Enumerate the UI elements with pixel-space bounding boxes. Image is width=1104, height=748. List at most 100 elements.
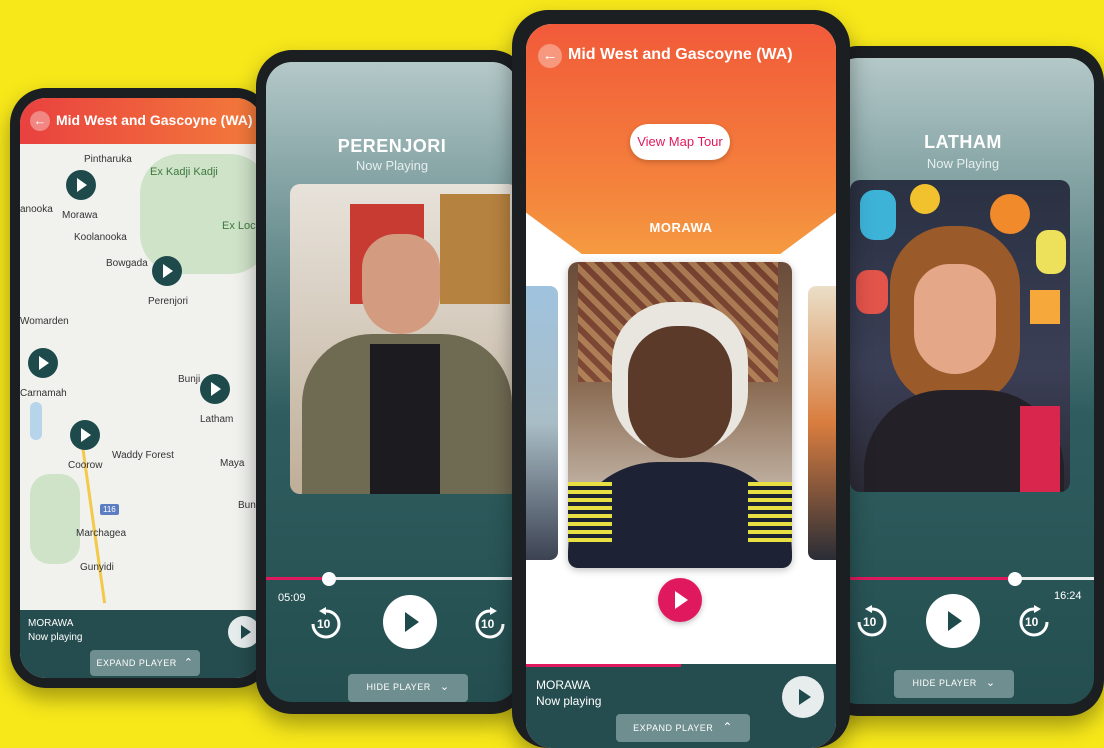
expand-player-label: EXPAND PLAYER — [633, 723, 714, 733]
mini-player-name: MORAWA — [28, 618, 74, 629]
map-label: Maya — [220, 458, 245, 469]
map-label: Coorow — [68, 460, 103, 471]
chevron-up-icon: ⌃ — [722, 720, 733, 734]
portrait-photo — [568, 262, 792, 568]
expand-player-button[interactable]: EXPAND PLAYER ⌃ — [90, 650, 200, 676]
play-button[interactable] — [926, 594, 980, 648]
map-label: Pintharuka — [84, 154, 132, 165]
portrait-photo — [290, 184, 518, 494]
progress-handle[interactable] — [322, 572, 336, 586]
person-head — [362, 234, 440, 334]
chevron-down-icon: ⌄ — [985, 677, 996, 689]
map-label: Carnamah — [20, 388, 67, 399]
map-label: Perenjori — [148, 296, 189, 307]
phone-latham: LATHAM Now Playing 16:24 10 10 HIDE PLAY… — [822, 46, 1104, 716]
road-shield: 116 — [100, 504, 119, 515]
map-label: anooka — [20, 204, 53, 215]
mini-player[interactable]: MORAWA Now playing EXPAND PLAYER ⌃ — [526, 664, 836, 748]
play-icon — [241, 625, 251, 639]
map-label: Bunji — [178, 374, 201, 385]
play-button[interactable] — [383, 595, 437, 649]
phone-morawa: ← Mid West and Gascoyne (WA) View Map To… — [512, 10, 850, 748]
progress-bar — [526, 664, 681, 667]
header-title: Mid West and Gascoyne (WA) — [568, 46, 793, 63]
mini-play-button[interactable] — [782, 676, 824, 718]
play-pin-icon[interactable] — [70, 420, 100, 450]
chevron-up-icon: ⌃ — [183, 657, 194, 669]
map-label: Marchagea — [76, 528, 127, 539]
map-label: Bun — [238, 500, 256, 511]
place-title: LATHAM — [924, 132, 1002, 152]
play-pin-icon[interactable] — [66, 170, 96, 200]
play-icon — [948, 611, 962, 631]
back-icon[interactable]: ← — [30, 111, 50, 131]
map-screen: ← Mid West and Gascoyne (WA) Pintharuka … — [20, 98, 262, 678]
mural-shape — [990, 194, 1030, 234]
play-pin-icon[interactable] — [152, 256, 182, 286]
view-map-tour-button[interactable]: View Map Tour — [630, 124, 730, 160]
map-label: Waddy Forest — [112, 450, 174, 461]
map-view[interactable]: Pintharuka Ex Kadji Kadji anooka Morawa … — [20, 144, 262, 610]
play-button[interactable] — [658, 578, 702, 622]
phone-perenjori: PERENJORI Now Playing 05:09 10 10 HIDE P… — [256, 50, 528, 714]
play-icon — [799, 689, 811, 705]
play-pin-icon[interactable] — [28, 348, 58, 378]
shirt-pattern — [568, 482, 612, 542]
place-title: MORAWA — [649, 220, 713, 235]
skip-back-icon[interactable]: 10 — [308, 606, 342, 640]
phone-map: ← Mid West and Gascoyne (WA) Pintharuka … — [10, 88, 272, 688]
map-green-area — [30, 474, 80, 564]
person-head — [914, 264, 996, 374]
map-label: Morawa — [62, 210, 98, 221]
carousel-card-next[interactable] — [808, 286, 836, 560]
elapsed-time: 16:24 — [1054, 590, 1082, 602]
map-water — [30, 402, 42, 440]
mural-shape — [1036, 230, 1066, 274]
noticeboard — [440, 194, 510, 304]
expand-player-label: EXPAND PLAYER — [96, 658, 177, 668]
portrait-photo — [850, 180, 1070, 492]
progress-fill — [832, 577, 1015, 580]
chevron-down-icon: ⌄ — [439, 681, 450, 693]
map-label: Koolanooka — [74, 232, 127, 243]
mural-shape — [1030, 290, 1060, 324]
place-title: PERENJORI — [337, 136, 447, 156]
mini-player-status: Now playing — [28, 632, 83, 643]
map-header-title: Mid West and Gascoyne (WA) — [56, 112, 253, 128]
play-icon — [405, 612, 419, 632]
skip-back-seconds: 10 — [317, 617, 331, 631]
skip-forward-icon[interactable]: 10 — [1016, 604, 1050, 638]
hide-player-label: HIDE PLAYER — [912, 678, 977, 688]
skip-forward-seconds: 10 — [481, 617, 495, 631]
shirt-accent — [1020, 406, 1060, 492]
hide-player-label: HIDE PLAYER — [366, 682, 431, 692]
person-shirt — [370, 344, 440, 494]
map-label: Gunyidi — [80, 562, 114, 573]
play-pin-icon[interactable] — [200, 374, 230, 404]
mini-player[interactable]: MORAWA Now playing EXPAND PLAYER ⌃ — [20, 610, 262, 678]
map-label: Ex Loc — [222, 220, 256, 232]
skip-back-seconds: 10 — [863, 615, 877, 629]
map-header: ← Mid West and Gascoyne (WA) — [20, 98, 262, 144]
person-head — [628, 326, 732, 458]
perenjori-screen: PERENJORI Now Playing 05:09 10 10 HIDE P… — [266, 62, 518, 702]
map-label: Latham — [200, 414, 234, 425]
back-icon[interactable]: ← — [538, 44, 562, 68]
hide-player-button[interactable]: HIDE PLAYER ⌄ — [348, 674, 468, 702]
mural-shape — [856, 270, 888, 314]
now-playing-label: Now Playing — [355, 158, 429, 173]
morawa-screen: ← Mid West and Gascoyne (WA) View Map To… — [526, 24, 836, 748]
skip-forward-icon[interactable]: 10 — [472, 606, 506, 640]
skip-back-icon[interactable]: 10 — [854, 604, 888, 638]
progress-handle[interactable] — [1008, 572, 1022, 586]
play-icon — [675, 591, 688, 609]
shirt-pattern — [748, 482, 792, 542]
map-label: Ex Kadji Kadji — [150, 166, 218, 178]
progress-fill — [266, 577, 329, 580]
carousel-card-prev[interactable] — [526, 286, 558, 560]
map-label: Womarden — [20, 316, 69, 327]
mini-player-name: MORAWA — [536, 678, 591, 692]
map-label: Bowgada — [106, 258, 148, 269]
hide-player-button[interactable]: HIDE PLAYER ⌄ — [894, 670, 1014, 698]
expand-player-button[interactable]: EXPAND PLAYER ⌃ — [616, 714, 750, 742]
